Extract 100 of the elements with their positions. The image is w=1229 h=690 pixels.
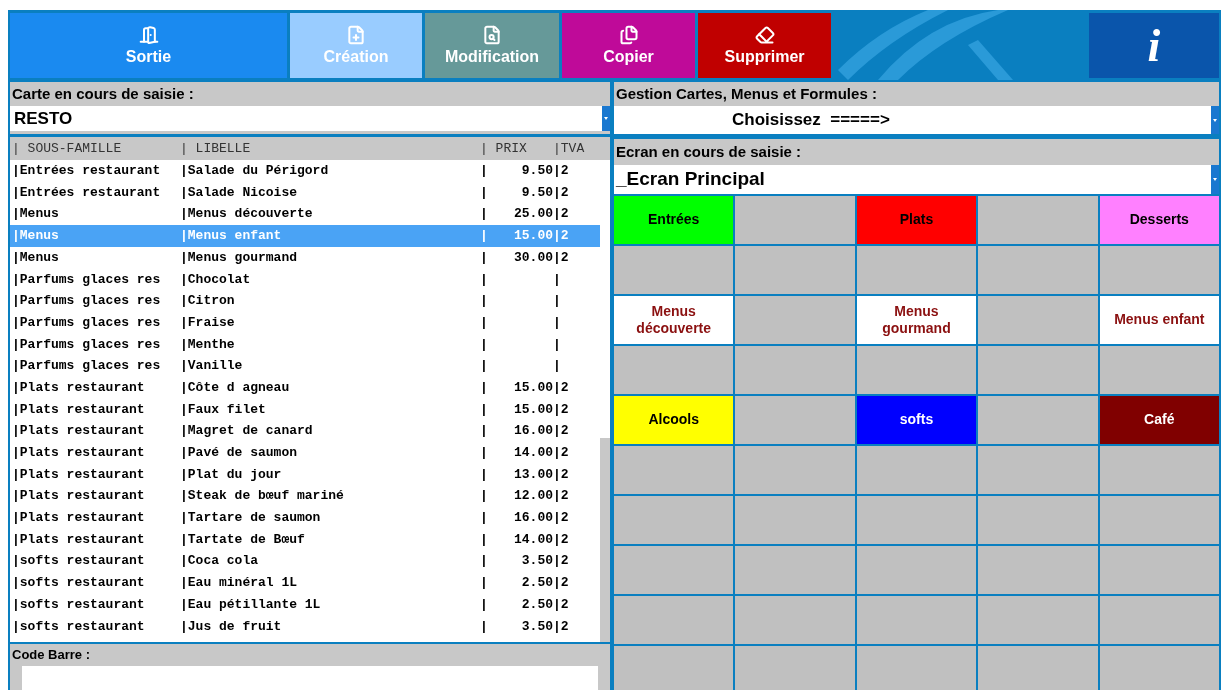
table-cell-text: |Parfums glaces res — [12, 292, 162, 311]
table-cell-text: |2 — [553, 162, 570, 181]
field-label: Ecran en cours de saisie : — [615, 141, 803, 162]
table-cell-text: |Parfums glaces res — [12, 335, 162, 354]
table-cell-text: | — [480, 357, 489, 376]
table-cell-text: | — [553, 357, 562, 376]
category-key[interactable]: Menus découverte — [614, 296, 734, 344]
table-cell-text: |2 — [553, 574, 570, 593]
category-key[interactable]: Café — [1099, 396, 1219, 444]
table-cell: 16.00 — [514, 423, 553, 439]
category-key[interactable]: Desserts — [1099, 196, 1219, 244]
table-cell-text: |Menus — [12, 205, 60, 224]
table-cell-text: |Tartare de saumon — [180, 509, 322, 528]
table-cell-text: |Salade du Périgord — [180, 162, 330, 181]
table-cell-text: |Chocolat — [180, 270, 252, 289]
table-cell-text: |Plats restaurant — [12, 444, 146, 463]
table-cell-text: | — [480, 205, 489, 224]
table-cell-text: | — [480, 509, 489, 528]
category-key[interactable]: Plats — [856, 196, 977, 244]
table-cell-text: | — [480, 487, 489, 506]
category-key[interactable]: Entrées — [614, 196, 734, 244]
table-cell-text: |2 — [553, 552, 570, 571]
table-cell-text: |2 — [553, 227, 570, 246]
table-cell-text: | — [480, 574, 489, 593]
info-button[interactable]: i — [1089, 13, 1219, 78]
toolbar-button[interactable]: Sortie — [10, 13, 287, 78]
document-plus-icon — [346, 24, 366, 45]
table-cell-text: |Plats restaurant — [12, 487, 146, 506]
eraser-icon — [754, 24, 775, 45]
table-cell-text: |2 — [553, 422, 570, 441]
column-header: | LIBELLE — [180, 139, 252, 158]
table-cell: 14.00 — [514, 531, 553, 547]
category-key[interactable]: Alcools — [614, 396, 734, 444]
table-cell-text: | — [480, 248, 489, 267]
table-cell-text: | — [553, 335, 562, 354]
ecran-select[interactable]: _Ecran Principal — [614, 165, 1219, 194]
table-cell-text: |Eau minéral 1L — [180, 574, 299, 593]
toolbar-button[interactable]: Copier — [562, 13, 695, 78]
table-cell-text: |Faux filet — [180, 400, 267, 419]
table-cell-text: |Jus de fruit — [180, 617, 283, 636]
table-cell-text: |Plats restaurant — [12, 378, 146, 397]
table-cell-text: |softs restaurant — [12, 595, 146, 614]
scrollbar-thumb[interactable] — [600, 438, 610, 642]
table-cell-text: | — [480, 162, 489, 181]
table-cell-text: |Magret de canard — [180, 422, 314, 441]
table-cell: 15.00 — [514, 379, 553, 395]
table-cell-text: |softs restaurant — [12, 617, 146, 636]
table-cell: 12.00 — [514, 488, 553, 504]
table-cell-text: |Steak de bœuf mariné — [180, 487, 345, 506]
column-header: | PRIX — [480, 139, 528, 158]
table-cell-text: |Côte d agneau — [180, 378, 291, 397]
table-cell-text: |Menus découverte — [180, 205, 314, 224]
document-search-icon — [482, 24, 502, 45]
table-cell-text: |2 — [553, 617, 570, 636]
table-cell-text: |Menus gourmand — [180, 248, 299, 267]
table-cell-text: |Salade Nicoise — [180, 183, 299, 202]
table-cell-text: |Tartate de Bœuf — [180, 530, 306, 549]
table-cell-text: |softs restaurant — [12, 552, 146, 571]
table-cell-text: |2 — [553, 378, 570, 397]
table-cell-text: |Eau pétillante 1L — [180, 595, 322, 614]
category-key[interactable]: Menus gourmand — [856, 296, 977, 344]
table-cell: 2.50 — [521, 575, 553, 591]
table-cell: 2.50 — [521, 596, 553, 612]
table-cell-text: | — [480, 270, 489, 289]
table-cell: 30.00 — [514, 249, 553, 265]
table-cell-text: |2 — [553, 595, 570, 614]
table-cell-text: |Citron — [180, 292, 236, 311]
table-cell-text: |Parfums glaces res — [12, 313, 162, 332]
table-cell-text: | — [553, 292, 562, 311]
table-cell: 15.00 — [514, 228, 553, 244]
table-cell: 3.50 — [521, 553, 553, 569]
table-cell-text: | — [480, 183, 489, 202]
table-cell-text: |Plats restaurant — [12, 465, 146, 484]
barcode-field[interactable] — [22, 666, 598, 690]
table-cell-text: | — [480, 444, 489, 463]
table-cell-text: | — [480, 465, 489, 484]
category-key[interactable]: Menus enfant — [1099, 296, 1219, 344]
table-cell-text: |Vanille — [180, 357, 244, 376]
table-cell-text: |Menus — [12, 227, 60, 246]
table-cell-text: |2 — [553, 400, 570, 419]
table-cell-text: |Plats restaurant — [12, 422, 146, 441]
table-cell: 3.50 — [521, 618, 553, 634]
table-cell-text: | — [553, 313, 562, 332]
toolbar-button[interactable]: Supprimer — [698, 13, 831, 78]
category-key[interactable]: softs — [856, 396, 977, 444]
table-cell-text: | — [480, 617, 489, 636]
table-cell-text: | — [480, 400, 489, 419]
carte-select[interactable]: RESTO — [10, 106, 610, 134]
table-cell-text: |Menus enfant — [180, 227, 283, 246]
table-cell-text: | — [480, 595, 489, 614]
table-cell-text: |Menus — [12, 248, 60, 267]
table-cell-text: |2 — [553, 487, 570, 506]
table-cell-text: |2 — [553, 205, 570, 224]
column-header: | SOUS-FAMILLE — [12, 139, 123, 158]
field-label: Code Barre : — [11, 646, 92, 665]
table-cell-text: |Plats restaurant — [12, 530, 146, 549]
table-cell-text: | — [480, 378, 489, 397]
table-cell-text: | — [480, 227, 489, 246]
caret-icon — [1213, 118, 1217, 122]
gestion-select[interactable]: Choisissez =====> — [614, 106, 1219, 134]
